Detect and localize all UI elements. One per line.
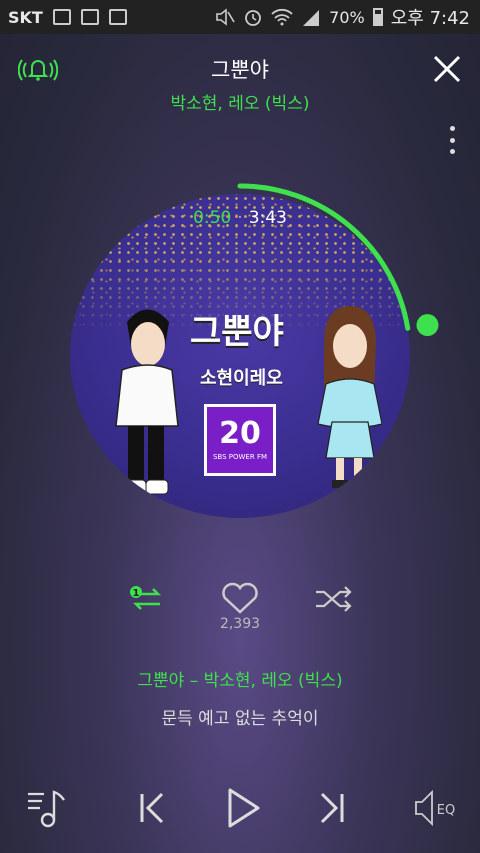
repeat-one-icon[interactable]: 1 bbox=[128, 582, 166, 616]
svg-text:1: 1 bbox=[133, 588, 140, 599]
time-display: 0:50 · 3:43 bbox=[0, 208, 480, 228]
image-notification-icon bbox=[108, 9, 127, 25]
song-artist[interactable]: 박소현, 레오 (빅스) bbox=[0, 89, 480, 114]
signal-icon bbox=[303, 10, 320, 26]
message-notification-icon bbox=[80, 9, 99, 25]
battery-percent: 70% bbox=[329, 7, 365, 27]
action-row: 1 2,393 bbox=[0, 580, 480, 640]
battery-icon bbox=[372, 8, 383, 26]
play-icon[interactable] bbox=[220, 786, 264, 830]
song-title: 그뿐야 bbox=[211, 58, 269, 82]
album-art-area: 그뿐야 소현이레오 20 SBS POWER FM 0:50 · 3:43 bbox=[0, 170, 480, 550]
like-count: 2,393 bbox=[219, 616, 261, 632]
svg-text:EQ: EQ bbox=[437, 803, 455, 818]
equalizer-icon[interactable]: EQ bbox=[412, 786, 458, 830]
playlist-icon[interactable] bbox=[26, 786, 70, 830]
alarm-clock-icon bbox=[245, 10, 262, 26]
progress-knob[interactable] bbox=[416, 314, 439, 337]
current-time: 0:50 bbox=[193, 208, 232, 228]
status-bar: SKT 70% 오후 7:42 bbox=[0, 0, 480, 34]
heart-icon[interactable] bbox=[220, 580, 260, 616]
total-time: 3:43 bbox=[248, 208, 287, 228]
wifi-icon bbox=[271, 8, 293, 26]
mute-icon bbox=[216, 8, 235, 26]
lyrics-line[interactable]: 문득 예고 없는 추억이 bbox=[0, 704, 480, 729]
bottom-controls: EQ bbox=[0, 780, 480, 840]
shuffle-icon[interactable] bbox=[314, 584, 354, 614]
carrier-label: SKT bbox=[8, 7, 43, 27]
app-notification-icon bbox=[52, 9, 71, 25]
more-vertical-icon[interactable] bbox=[448, 126, 456, 154]
next-icon[interactable] bbox=[314, 786, 350, 830]
previous-icon[interactable] bbox=[134, 786, 170, 830]
clock: 오후 7:42 bbox=[390, 8, 470, 29]
time-separator: · bbox=[237, 208, 243, 228]
lyrics-heading[interactable]: 그뿐야 – 박소현, 레오 (빅스) bbox=[0, 666, 480, 691]
